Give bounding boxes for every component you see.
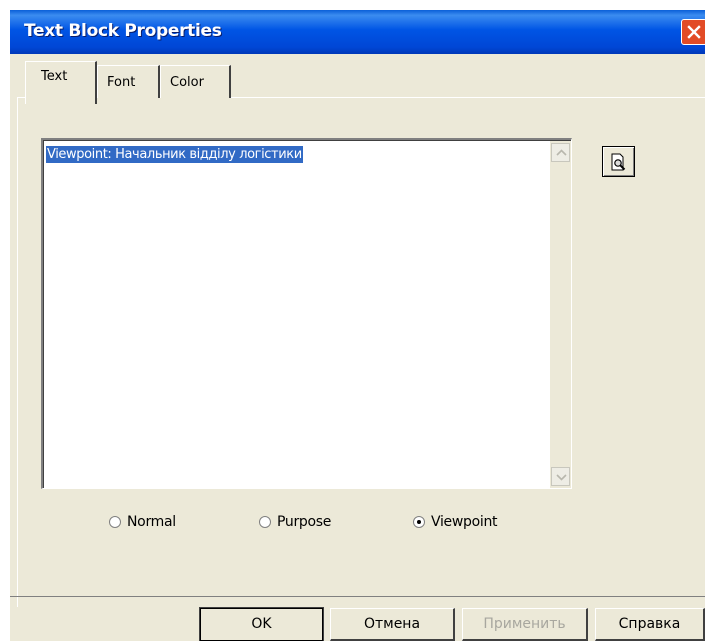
tab-color-label: Color [170,75,204,90]
preview-magnifier-icon [611,153,626,171]
radio-viewpoint-circle[interactable] [413,516,425,528]
radio-viewpoint-label: Viewpoint [431,514,498,530]
text-editor[interactable]: Viewpoint: Начальник відділу логістики [41,138,572,489]
tab-text-label: Text [41,69,68,84]
tab-color[interactable]: Color [160,65,231,98]
radio-normal-circle[interactable] [109,516,121,528]
tab-font-label: Font [107,75,136,90]
tab-text[interactable]: Text [25,61,97,104]
help-button[interactable]: Справка [595,608,705,641]
preview-button[interactable] [602,146,635,177]
window-title: Text Block Properties [24,21,222,41]
radio-checked-dot [417,520,421,524]
apply-button[interactable]: Применить [462,608,588,641]
arrow-down-icon [556,474,567,481]
radio-normal-label: Normal [127,514,176,530]
cancel-button[interactable]: Отмена [330,608,455,641]
close-icon [687,25,701,39]
ok-button[interactable]: OK [199,607,324,641]
title-bar[interactable]: Text Block Properties [10,10,705,54]
radio-purpose-circle[interactable] [259,516,271,528]
arrow-up-icon [556,149,567,156]
scroll-up-button[interactable] [551,143,570,162]
dialog-window: Text Block Properties Text Font Color Vi… [10,10,705,641]
scroll-down-button[interactable] [551,467,570,486]
footer-divider [10,596,705,597]
radio-purpose-label: Purpose [277,514,332,530]
tab-font[interactable]: Font [97,65,160,98]
close-button[interactable] [681,19,705,45]
editor-selected-text[interactable]: Viewpoint: Начальник відділу логістики [46,146,303,163]
vertical-scrollbar[interactable] [550,141,571,488]
